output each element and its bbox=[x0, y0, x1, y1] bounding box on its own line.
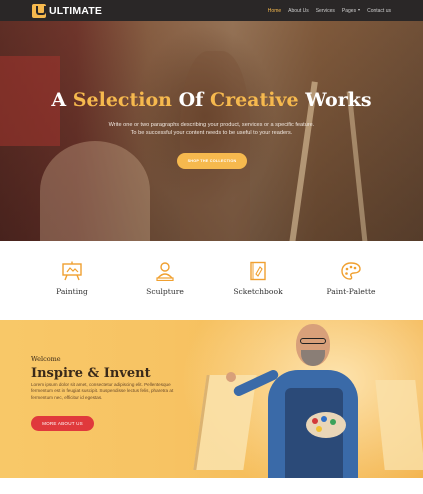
palette-icon bbox=[341, 262, 361, 280]
feature-sculpture[interactable]: Sculpture bbox=[130, 261, 200, 296]
hero-subtitle-line: Write one or two paragraphs describing y… bbox=[108, 122, 315, 128]
hero-title-word: Of bbox=[178, 89, 204, 111]
feature-row: Painting Sculpture Scketchbook Paint-Pal… bbox=[0, 241, 423, 320]
main-nav: Home About Us Services Pages Contact us bbox=[268, 8, 391, 14]
welcome-title: Inspire & Invent bbox=[31, 366, 151, 381]
feature-label: Painting bbox=[56, 287, 88, 296]
painter-hand bbox=[226, 372, 236, 382]
hero-artist-left bbox=[40, 141, 150, 241]
hero-title-word: A bbox=[51, 89, 67, 111]
sketchbook-icon bbox=[250, 261, 266, 281]
shop-collection-button[interactable]: SHOP THE COLLECTION bbox=[177, 153, 247, 169]
feature-painting[interactable]: Painting bbox=[37, 261, 107, 296]
hero-title-word-highlight: Selection bbox=[72, 89, 172, 111]
painter-palette bbox=[306, 412, 346, 438]
feature-label: Scketchbook bbox=[233, 287, 283, 296]
more-about-us-button[interactable]: MORE ABOUT US bbox=[31, 416, 94, 431]
painter-glasses bbox=[300, 338, 326, 344]
feature-label: Paint-Palette bbox=[326, 287, 376, 296]
welcome-kicker: Welcome bbox=[31, 355, 61, 363]
hero-title-word-highlight: Creative bbox=[209, 89, 299, 111]
hero-artist-center bbox=[180, 51, 250, 241]
bust-icon bbox=[156, 262, 174, 281]
canvas-right bbox=[375, 380, 423, 470]
nav-item-services[interactable]: Services bbox=[316, 8, 335, 14]
nav-item-home[interactable]: Home bbox=[268, 8, 281, 14]
hero-title-word: Works bbox=[305, 89, 372, 111]
top-navbar: ULTIMATE Home About Us Services Pages Co… bbox=[0, 0, 423, 21]
brand-name: ULTIMATE bbox=[49, 4, 103, 17]
welcome-paragraph: Lorem ipsum dolor sit amet, consectetur … bbox=[31, 382, 174, 400]
hero-subtitle-line: To be successful your content needs to b… bbox=[130, 130, 293, 136]
hero-title: A Selection Of Creative Works bbox=[0, 89, 423, 111]
feature-paint-palette[interactable]: Paint-Palette bbox=[316, 261, 386, 296]
nav-item-about[interactable]: About Us bbox=[288, 8, 309, 14]
hero-subtitle: Write one or two paragraphs describing y… bbox=[0, 121, 423, 137]
nav-item-contact[interactable]: Contact us bbox=[367, 8, 391, 14]
chevron-down-icon bbox=[358, 9, 361, 12]
brand-logo[interactable]: ULTIMATE bbox=[32, 3, 103, 18]
feature-label: Sculpture bbox=[146, 287, 184, 296]
nav-item-pages-label: Pages bbox=[341, 7, 357, 14]
page-bottom-strip bbox=[0, 478, 423, 494]
hero-banner: A Selection Of Creative Works Write one … bbox=[0, 21, 423, 241]
easel-icon bbox=[62, 261, 82, 281]
u-logo-icon bbox=[32, 3, 46, 18]
feature-sketchbook[interactable]: Scketchbook bbox=[223, 261, 293, 296]
hero-easel-far-right bbox=[346, 91, 369, 241]
nav-item-pages[interactable]: Pages bbox=[341, 7, 361, 14]
